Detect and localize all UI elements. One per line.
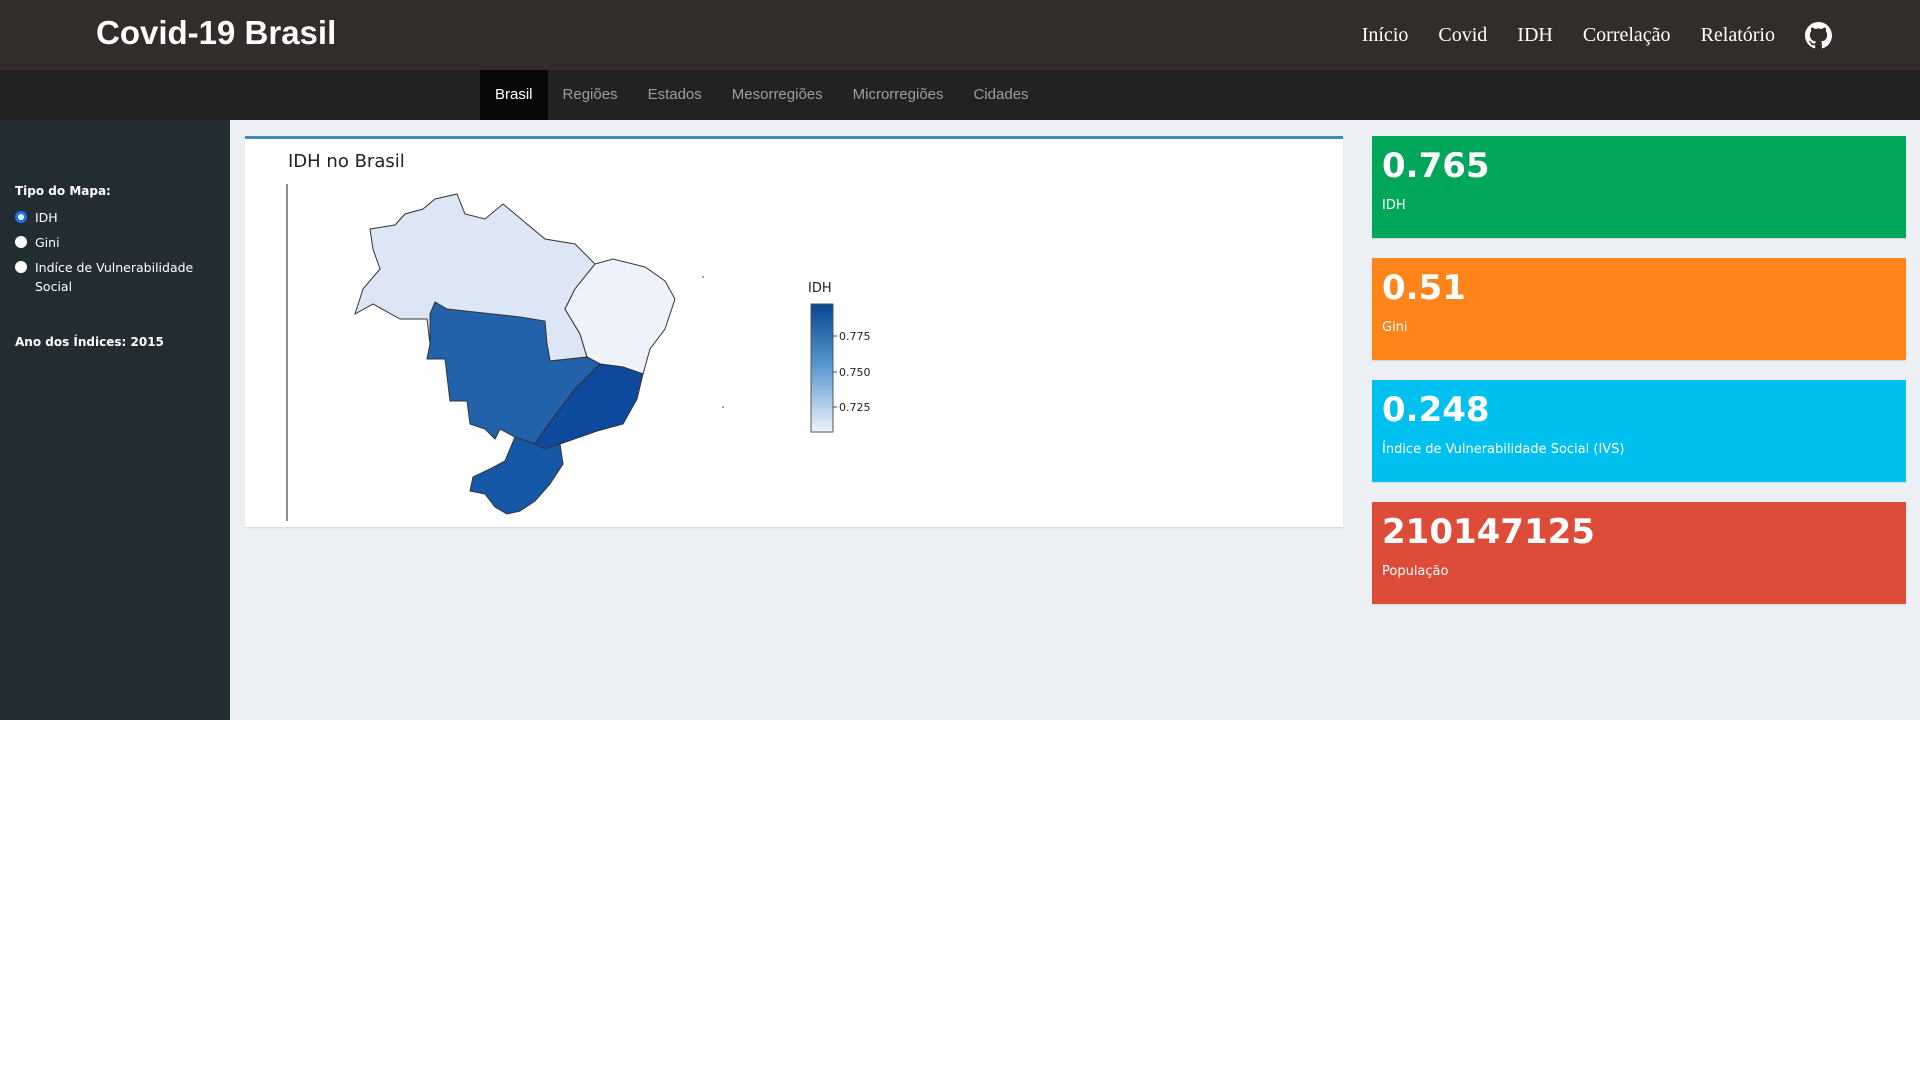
- legend-tick-label: 0.725: [839, 401, 871, 414]
- island-dot: [702, 276, 704, 278]
- radio-idh[interactable]: IDH: [15, 208, 58, 227]
- top-navbar: Covid-19 Brasil Início Covid IDH Correla…: [0, 0, 1920, 70]
- legend-tick-label: 0.750: [839, 366, 871, 379]
- nav-inicio[interactable]: Início: [1362, 24, 1409, 47]
- legend-colorbar: [810, 303, 834, 433]
- radio-unselected-icon[interactable]: [15, 236, 27, 248]
- tab-microrregioes[interactable]: Microrregiões: [838, 70, 959, 120]
- top-nav: Início Covid IDH Correlação Relatório: [1332, 0, 1832, 70]
- value-box-value: 0.765: [1382, 146, 1490, 186]
- map-type-label: Tipo do Mapa:: [15, 184, 111, 198]
- map-box: IDH no Brasil IDH 0.775 0.750 0.725: [245, 136, 1343, 527]
- tab-regioes[interactable]: Regiões: [548, 70, 633, 120]
- nav-correlacao[interactable]: Correlação: [1583, 24, 1671, 47]
- nav-idh[interactable]: IDH: [1517, 24, 1553, 47]
- value-box-populacao: 210147125 População: [1372, 502, 1906, 604]
- nav-relatorio[interactable]: Relatório: [1701, 24, 1775, 47]
- island-dot: [722, 406, 724, 408]
- value-box-label: IDH: [1382, 198, 1406, 213]
- app-title[interactable]: Covid-19 Brasil: [96, 14, 336, 52]
- value-box-value: 0.248: [1382, 390, 1490, 430]
- tab-cidades[interactable]: Cidades: [959, 70, 1044, 120]
- radio-unselected-icon[interactable]: [15, 261, 27, 273]
- sidebar: Tipo do Mapa: IDH Gini Indíce de Vulnera…: [0, 120, 230, 720]
- radio-ivs-label: Indíce de Vulnerabilidade Social: [35, 260, 194, 294]
- level-tabs: Brasil Regiões Estados Mesorregiões Micr…: [480, 70, 1044, 120]
- tab-estados[interactable]: Estados: [633, 70, 717, 120]
- legend-title: IDH: [808, 281, 832, 296]
- radio-gini[interactable]: Gini: [15, 233, 60, 252]
- radio-selected-icon[interactable]: [15, 211, 27, 223]
- radio-gini-label: Gini: [35, 235, 60, 250]
- value-box-label: Gini: [1382, 320, 1408, 335]
- choropleth-map[interactable]: IDH 0.775 0.750 0.725: [245, 139, 1343, 527]
- value-box-value: 210147125: [1382, 512, 1595, 552]
- legend-tick-label: 0.775: [839, 330, 871, 343]
- value-box-ivs: 0.248 Índice de Vulnerabilidade Social (…: [1372, 380, 1906, 482]
- region-sul[interactable]: [469, 436, 564, 515]
- value-box-gini: 0.51 Gini: [1372, 258, 1906, 360]
- nav-covid[interactable]: Covid: [1438, 24, 1487, 47]
- github-icon[interactable]: [1805, 21, 1832, 49]
- tab-mesorregioes[interactable]: Mesorregiões: [717, 70, 838, 120]
- sub-navbar: Brasil Regiões Estados Mesorregiões Micr…: [0, 70, 1920, 120]
- value-box-idh: 0.765 IDH: [1372, 136, 1906, 238]
- value-box-label: Índice de Vulnerabilidade Social (IVS): [1382, 442, 1625, 457]
- radio-idh-label: IDH: [35, 210, 58, 225]
- radio-ivs[interactable]: Indíce de Vulnerabilidade Social: [15, 258, 195, 296]
- index-year: Ano dos Índices: 2015: [15, 335, 164, 349]
- value-box-label: População: [1382, 564, 1449, 579]
- tab-brasil[interactable]: Brasil: [480, 70, 548, 120]
- value-box-value: 0.51: [1382, 268, 1466, 308]
